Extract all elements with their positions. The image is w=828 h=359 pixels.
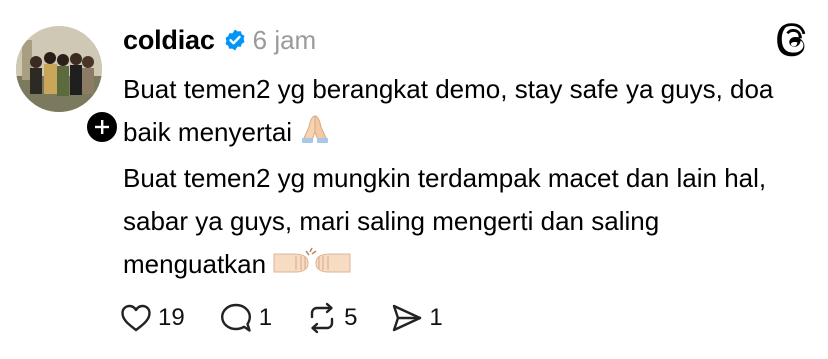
post-header: coldiac 6 jam — [123, 20, 316, 60]
post-paragraph: Buat temen2 yg mungkin terdampak macet d… — [123, 157, 793, 288]
username[interactable]: coldiac — [123, 25, 215, 56]
send-icon — [393, 304, 422, 332]
post-paragraph: Buat temen2 yg berangkat demo, stay safe… — [123, 68, 793, 157]
fist-bump-emoji — [272, 244, 352, 287]
share-count: 1 — [429, 304, 443, 331]
like-count: 19 — [158, 304, 185, 331]
reply-count: 1 — [258, 304, 273, 331]
post-timestamp[interactable]: 6 jam — [253, 25, 317, 56]
share-button[interactable]: 1 — [391, 303, 443, 333]
threads-logo-icon[interactable] — [776, 22, 812, 58]
verified-badge-icon — [223, 28, 247, 52]
follow-button[interactable] — [83, 108, 121, 146]
like-button[interactable]: 19 — [120, 303, 185, 333]
repost-button[interactable]: 5 — [306, 302, 357, 334]
heart-icon — [121, 304, 151, 332]
plus-icon — [95, 120, 109, 134]
repost-count: 5 — [344, 304, 358, 331]
avatar-photo — [16, 26, 102, 112]
reply-button[interactable]: 1 — [219, 302, 272, 334]
post-paragraph-text: Buat temen2 yg mungkin terdampak macet d… — [123, 162, 767, 279]
avatar-container[interactable] — [16, 26, 121, 146]
post-text: Buat temen2 yg berangkat demo, stay safe… — [123, 68, 793, 287]
post-actions: 19 1 5 1 — [120, 302, 477, 334]
repost-icon — [310, 302, 334, 334]
comment-icon — [220, 303, 251, 332]
post-paragraph-text: Buat temen2 yg berangkat demo, stay safe… — [123, 74, 774, 147]
folded-hands-emoji — [298, 112, 332, 157]
avatar[interactable] — [16, 26, 102, 112]
